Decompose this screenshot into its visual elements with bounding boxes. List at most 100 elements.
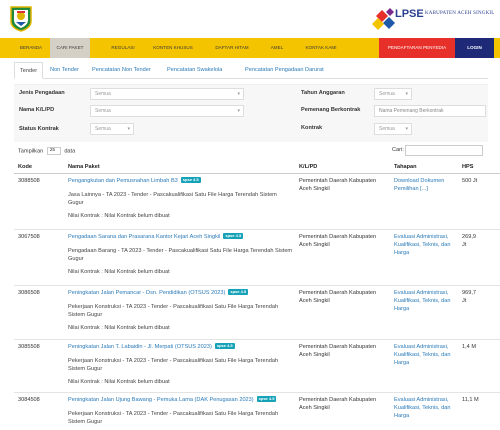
row-desc: Pengadaan Barang - TA 2023 - Tender - Pa… — [68, 248, 293, 262]
col-klpd[interactable]: K/L/PD — [299, 164, 317, 170]
row-klpd: Pemerintah Daerah Kabupaten Aceh Singkil — [299, 290, 377, 304]
paket-link[interactable]: Pengadaan Sarana dan Prasarana Kantor Ke… — [68, 234, 220, 240]
lpse-subtitle: KABUPATEN ACEH SINGKIL — [425, 11, 495, 16]
row-tahapan[interactable]: Evaluasi Administrasi, Kualifikasi, Tekn… — [394, 233, 456, 257]
chevron-down-icon: ▾ — [237, 108, 240, 114]
row-hps: 11,1 M — [462, 397, 479, 403]
klpd-select[interactable]: Semua ▾ — [90, 105, 244, 117]
tahun-anggaran-select[interactable]: Semua ▾ — [374, 88, 412, 100]
page-size-select[interactable]: 25 — [46, 147, 61, 155]
spse-badge: spse 4.5 — [223, 233, 244, 239]
data-label: data — [64, 148, 76, 155]
tender-tabs: Tender Non Tender Pencatatan Non Tender … — [14, 62, 488, 79]
search-label: Cari: — [392, 147, 404, 153]
paket-link[interactable]: Peningkatan Jalan Pemancar - Dsn. Pendid… — [68, 290, 225, 296]
row-nilai: Nilai Kontrak : Nilai Kontrak belum dibu… — [68, 325, 170, 331]
tab-pencatatan-non-tender[interactable]: Pencatatan Non Tender — [87, 62, 156, 79]
table-row: 3088508 Pengangkutan dan Pemusnahan Limb… — [14, 175, 500, 230]
row-tahapan[interactable]: Download Dokumen Pemilihan [...] — [394, 177, 454, 193]
table-row: 3086508 Peningkatan Jalan Pemancar - Dsn… — [14, 287, 500, 340]
tahun-anggaran-label: Tahun Anggaran — [301, 90, 345, 96]
jenis-pengadaan-select[interactable]: Semua ▾ — [90, 88, 244, 100]
spse-badge: spse 4.5 — [228, 289, 249, 295]
table-row: 3067508 Pengadaan Sarana dan Prasarana K… — [14, 231, 500, 286]
row-nilai: Nilai Kontrak : Nilai Kontrak belum dibu… — [68, 379, 170, 385]
filter-panel: Jenis Pengadaan Semua ▾ Nama K/L/PD Semu… — [14, 84, 488, 142]
tab-pencatatan-swakelola[interactable]: Pencatatan Swakelola — [162, 62, 227, 79]
nav-amel[interactable]: AMEL — [262, 38, 292, 58]
chevron-down-icon: ▾ — [127, 126, 130, 132]
register-provider-button[interactable]: PENDAFTARAN PENYEDIA — [379, 38, 455, 58]
nav-cari-paket[interactable]: CARI PAKET — [50, 38, 90, 58]
kontrak-label: Kontrak — [301, 125, 323, 131]
row-tahapan[interactable]: Evaluasi Administrasi, Kualifikasi, Tekn… — [394, 396, 456, 420]
status-kontrak-select[interactable]: Semua ▾ — [90, 123, 134, 135]
row-tahapan[interactable]: Evaluasi Administrasi, Kualifikasi, Tekn… — [394, 343, 456, 367]
chevron-down-icon: ▾ — [237, 91, 240, 97]
table-row: 3084508 Peningkatan Jalan Ujung Bawang -… — [14, 394, 500, 430]
lpse-brand-text: LPSE — [395, 8, 424, 20]
row-hps: 969,7 Jt — [462, 290, 476, 304]
row-klpd: Pemerintah Daerah Kabupaten Aceh Singkil — [299, 178, 377, 192]
site-header: LPSE KABUPATEN ACEH SINGKIL — [0, 0, 500, 38]
tab-non-tender[interactable]: Non Tender — [45, 62, 84, 79]
row-nama: Peningkatan Jalan Ujung Bawang - Pemuka … — [68, 396, 298, 404]
row-kode: 3085508 — [18, 344, 40, 350]
chevron-down-icon: ▾ — [405, 126, 408, 132]
tampilkan-label: Tampilkan — [18, 148, 44, 155]
chevron-down-icon: ▾ — [405, 91, 408, 97]
kontrak-select[interactable]: Semua ▾ — [374, 123, 412, 135]
row-klpd: Pemerintah Daerah Kabupaten Aceh Singkil — [299, 234, 377, 248]
kontrak-value: Semua — [379, 126, 395, 132]
row-kode: 3084508 — [18, 397, 40, 403]
row-desc: Pekerjaan Konstruksi - TA 2023 - Tender … — [68, 358, 279, 372]
row-nama: Peningkatan Jalan T. Labaidin - Jl. Merp… — [68, 343, 293, 351]
row-klpd: Pemerintah Daerah Kabupaten Aceh Singkil — [299, 344, 377, 358]
tab-pencatatan-pengadaan-darurat[interactable]: Pencatatan Pengadaan Darurat — [240, 62, 329, 79]
row-nama: Pengadaan Sarana dan Prasarana Kantor Ke… — [68, 233, 293, 241]
tab-tender[interactable]: Tender — [14, 62, 44, 79]
col-tahapan[interactable]: Tahapan — [394, 164, 417, 170]
row-desc: Jasa Lainnya - TA 2023 - Tender - Pascak… — [68, 192, 277, 206]
col-kode[interactable]: Kode — [18, 164, 32, 170]
row-hps: 500 Jt — [462, 178, 478, 184]
row-kode: 3067508 — [18, 234, 40, 240]
table-row: 3085508 Peningkatan Jalan T. Labaidin - … — [14, 341, 500, 393]
spse-badge: spse 4.5 — [180, 177, 201, 183]
jenis-pengadaan-value: Semua — [95, 91, 111, 97]
login-button[interactable]: LOGIN — [455, 38, 494, 58]
row-desc: Pekerjaan Konstruksi - TA 2023 - Tender … — [68, 304, 279, 318]
lpse-logo-icon[interactable] — [372, 6, 500, 32]
paket-link[interactable]: Peningkatan Jalan Ujung Bawang - Pemuka … — [68, 397, 254, 403]
klpd-label: Nama K/L/PD — [19, 107, 55, 113]
search-input[interactable] — [405, 145, 483, 156]
nav-beranda[interactable]: BERANDA — [14, 38, 48, 58]
status-kontrak-value: Semua — [95, 126, 111, 132]
row-kode: 3086508 — [18, 290, 40, 296]
paket-link[interactable]: Pengangkutan dan Pemusnahan Limbah B3 — [68, 178, 178, 184]
row-kode: 3088508 — [18, 178, 40, 184]
klpd-value: Semua — [95, 108, 111, 114]
col-hps[interactable]: HPS — [462, 164, 474, 170]
page-size-control: Tampilkan 25 data — [18, 147, 75, 155]
nav-regulasi[interactable]: REGULASI — [100, 38, 146, 58]
row-hps: 1,4 M — [462, 344, 476, 350]
jenis-pengadaan-label: Jenis Pengadaan — [19, 90, 65, 96]
row-nama: Pengangkutan dan Pemusnahan Limbah B3 sps… — [68, 177, 293, 185]
row-desc: Pekerjaan Konstruksi - TA 2023 - Tender … — [68, 411, 279, 425]
col-nama-paket[interactable]: Nama Paket — [68, 164, 100, 170]
row-nama: Peningkatan Jalan Pemancar - Dsn. Pendid… — [68, 289, 293, 297]
row-hps: 269,9 Jt — [462, 234, 476, 248]
nav-kontak-kami[interactable]: KONTAK KAMI — [294, 38, 348, 58]
pemenang-label: Pemenang Berkontrak — [301, 107, 361, 113]
table-header: Kode Nama Paket K/L/PD Tahapan HPS — [14, 161, 500, 174]
pemenang-input[interactable]: Nama Pemenang Berkontrak — [374, 105, 486, 117]
regency-emblem-icon[interactable] — [8, 5, 34, 32]
paket-link[interactable]: Peningkatan Jalan T. Labaidin - Jl. Merp… — [68, 344, 212, 350]
nav-konten-khusus[interactable]: KONTEN KHUSUS — [146, 38, 200, 58]
row-tahapan[interactable]: Evaluasi Administrasi, Kualifikasi, Tekn… — [394, 289, 456, 313]
spse-badge: spse 4.5 — [214, 343, 235, 349]
nav-daftar-hitam[interactable]: DAFTAR HITAM — [204, 38, 260, 58]
row-klpd: Pemerintah Daerah Kabupaten Aceh Singkil — [299, 397, 377, 411]
spse-badge: spse 4.5 — [256, 396, 277, 402]
